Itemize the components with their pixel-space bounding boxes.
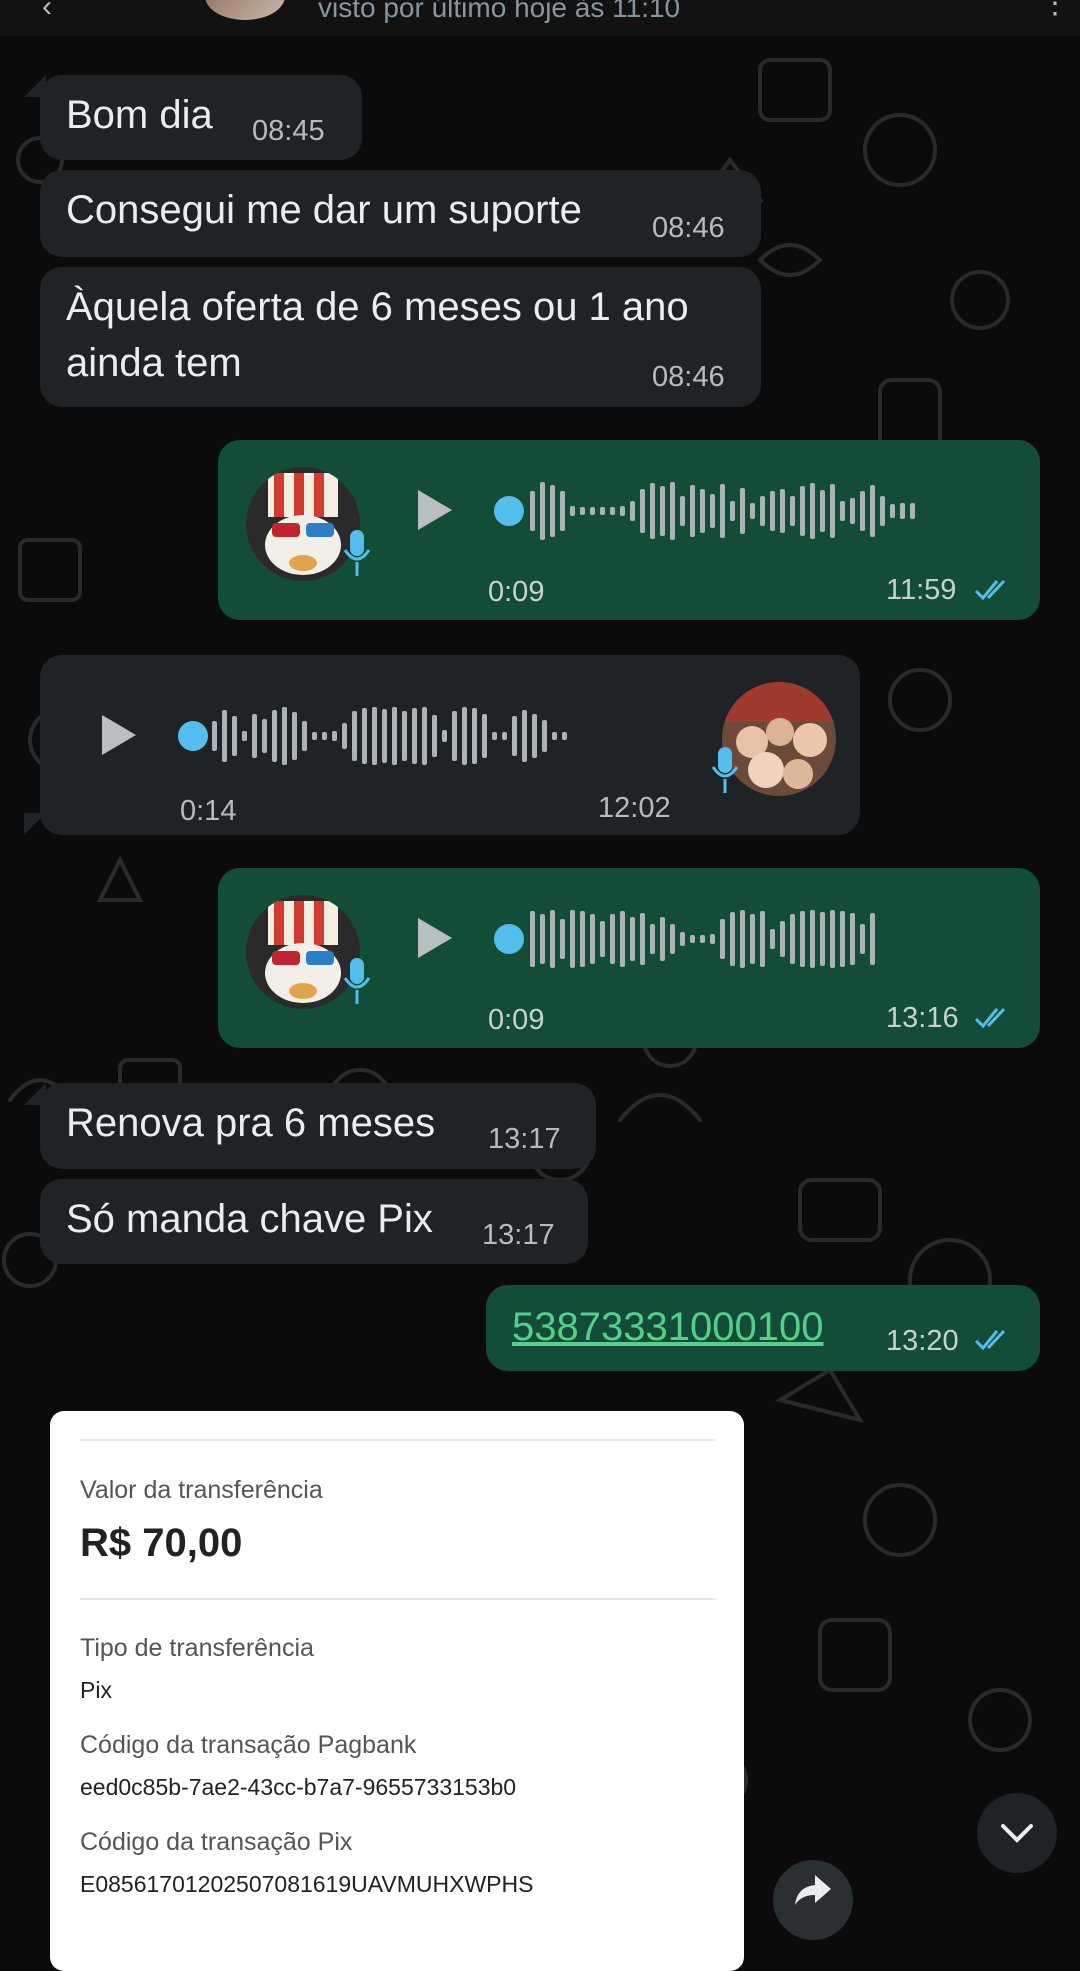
double-check-icon <box>974 1329 1006 1351</box>
bubble-tail <box>24 813 46 835</box>
pagbank-code-label: Código da transação Pagbank <box>80 1731 417 1759</box>
playback-position[interactable] <box>178 721 208 751</box>
message-time: 13:16 <box>886 1002 959 1034</box>
outgoing-voice-message[interactable]: 0:09 11:59 <box>218 440 1040 620</box>
amount-value: R$ 70,00 <box>80 1521 243 1565</box>
more-options-icon[interactable]: ⋮ <box>1040 0 1070 21</box>
pix-code-label: Código da transação Pix <box>80 1828 353 1856</box>
message-text: Renova pra 6 meses <box>66 1101 436 1145</box>
chevron-down-icon <box>1001 1824 1033 1843</box>
message-text: Consegui me dar um suporte <box>66 188 582 232</box>
mic-icon <box>343 530 371 576</box>
last-seen-status: visto por último hoje às 11:10 <box>318 0 681 23</box>
bubble-tail <box>24 1083 46 1105</box>
outgoing-voice-message[interactable]: 0:09 13:16 <box>218 868 1040 1048</box>
chat-header[interactable]: ‹ visto por último hoje às 11:10 ⋮ <box>0 0 1080 36</box>
message-text: Bom dia <box>66 93 213 137</box>
playback-position[interactable] <box>494 496 524 526</box>
message-text-line1: Àquela oferta de 6 meses ou 1 ano <box>66 285 689 329</box>
message-time: 12:02 <box>598 792 671 824</box>
message-time: 08:46 <box>652 212 725 244</box>
audio-waveform[interactable] <box>212 706 567 766</box>
contact-avatar[interactable] <box>205 0 285 20</box>
divider <box>80 1439 716 1441</box>
double-check-icon <box>974 1007 1006 1029</box>
message-text-line2: ainda tem <box>66 341 242 385</box>
message-time: 13:17 <box>488 1123 561 1155</box>
outgoing-link-message[interactable]: 53873331000100 13:20 <box>486 1285 1040 1371</box>
audio-duration: 0:09 <box>488 576 545 608</box>
divider <box>80 1598 716 1600</box>
transfer-type-value: Pix <box>80 1677 112 1703</box>
audio-duration: 0:09 <box>488 1004 545 1036</box>
play-icon[interactable] <box>102 715 136 755</box>
message-time: 08:45 <box>252 115 325 147</box>
transfer-receipt-image[interactable]: Valor da transferência R$ 70,00 Tipo de … <box>50 1411 744 1971</box>
message-time: 13:17 <box>482 1219 555 1251</box>
playback-position[interactable] <box>494 924 524 954</box>
audio-waveform[interactable] <box>530 909 875 969</box>
back-arrow-icon[interactable]: ‹ <box>42 0 52 24</box>
forward-arrow-icon <box>795 1875 831 1905</box>
mic-icon <box>343 958 371 1004</box>
message-time: 13:20 <box>886 1325 959 1357</box>
pix-key-link[interactable]: 53873331000100 <box>512 1305 823 1350</box>
forward-button[interactable] <box>773 1860 853 1940</box>
transfer-type-label: Tipo de transferência <box>80 1634 314 1662</box>
incoming-message[interactable]: Só manda chave Pix 13:17 <box>40 1179 588 1264</box>
incoming-voice-message[interactable]: 0:14 12:02 <box>40 655 860 835</box>
double-check-icon <box>974 579 1006 601</box>
incoming-message[interactable]: Renova pra 6 meses 13:17 <box>40 1083 596 1169</box>
scroll-down-button[interactable] <box>977 1793 1057 1873</box>
play-icon[interactable] <box>418 490 452 530</box>
message-time: 11:59 <box>886 574 957 606</box>
mic-icon <box>711 747 739 793</box>
amount-label: Valor da transferência <box>80 1476 323 1504</box>
bubble-tail <box>24 75 46 97</box>
message-text: Só manda chave Pix <box>66 1197 433 1241</box>
incoming-message[interactable]: Consegui me dar um suporte 08:46 <box>40 170 761 257</box>
audio-waveform[interactable] <box>530 481 915 541</box>
message-time: 08:46 <box>652 361 725 393</box>
audio-duration: 0:14 <box>180 795 237 827</box>
play-icon[interactable] <box>418 918 452 958</box>
pix-code-value: E08561701202507081619UAVMUHXWPHS <box>80 1871 534 1897</box>
pagbank-code-value: eed0c85b-7ae2-43cc-b7a7-9655733153b0 <box>80 1774 517 1800</box>
incoming-message[interactable]: Bom dia 08:45 <box>40 75 362 160</box>
incoming-message[interactable]: Àquela oferta de 6 meses ou 1 ano ainda … <box>40 267 761 407</box>
